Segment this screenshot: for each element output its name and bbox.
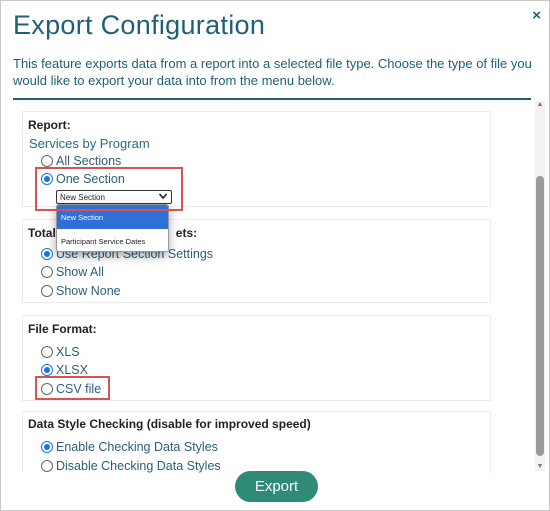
close-icon[interactable]: × [532, 7, 541, 24]
data-style-label: Data Style Checking (disable for improve… [28, 417, 311, 431]
radio-circle-selected[interactable] [41, 173, 53, 185]
radio-label: Show None [56, 284, 121, 298]
radio-show-all[interactable]: Show All [41, 264, 104, 280]
header-divider [13, 98, 531, 100]
totals-label-tail: ets: [175, 226, 198, 240]
radio-disable-checking-data-styles[interactable]: Disable Checking Data Styles [41, 458, 221, 473]
radio-csv-file[interactable]: CSV file [41, 381, 101, 397]
radio-circle[interactable] [41, 285, 53, 297]
radio-show-none[interactable]: Show None [41, 283, 121, 299]
dropdown-option-participant-service-dates[interactable]: Participant Service Dates [57, 229, 168, 251]
radio-enable-checking-data-styles[interactable]: Enable Checking Data Styles [41, 439, 218, 455]
report-program-name: Services by Program [29, 136, 150, 151]
radio-circle[interactable] [41, 155, 53, 167]
scrollbar-thumb[interactable] [536, 176, 544, 456]
dialog-title: Export Configuration [13, 10, 266, 40]
radio-one-section[interactable]: One Section [41, 171, 125, 187]
radio-all-sections[interactable]: All Sections [41, 153, 121, 169]
radio-circle-selected[interactable] [41, 441, 53, 453]
radio-circle[interactable] [41, 383, 53, 395]
scroll-up-icon[interactable]: ▲ [536, 101, 544, 109]
radio-xls[interactable]: XLS [41, 344, 80, 360]
radio-label: CSV file [56, 382, 102, 396]
section-dropdown-list[interactable]: New Section Participant Service Dates [56, 204, 169, 252]
radio-circle[interactable] [41, 460, 53, 472]
report-section: Report: Services by Program All Sections… [22, 111, 491, 207]
section-select[interactable]: New Section [56, 190, 172, 204]
scroll-down-icon[interactable]: ▼ [536, 463, 544, 471]
file-format-label: File Format: [28, 322, 97, 336]
radio-circle-selected[interactable] [41, 364, 53, 376]
radio-label: XLS [56, 345, 80, 359]
totals-label-head: Total [28, 226, 56, 240]
radio-label: Show All [56, 265, 104, 279]
radio-circle[interactable] [41, 346, 53, 358]
radio-label: One Section [56, 172, 125, 186]
radio-circle[interactable] [41, 266, 53, 278]
dialog-description: This feature exports data from a report … [13, 56, 532, 88]
export-button[interactable]: Export [235, 471, 318, 502]
radio-label: XLSX [56, 363, 88, 377]
radio-label: Enable Checking Data Styles [56, 440, 218, 454]
report-label: Report: [28, 118, 71, 132]
dropdown-option-new-section[interactable]: New Section [57, 205, 168, 229]
chevron-down-icon [158, 191, 168, 203]
scrollbar[interactable]: ▲ ▼ [535, 101, 545, 471]
section-select-value: New Section [60, 192, 105, 202]
export-configuration-dialog: Export Configuration × This feature expo… [0, 0, 550, 511]
radio-circle-selected[interactable] [41, 248, 53, 260]
file-format-section: File Format: XLS XLSX CSV file [22, 315, 491, 401]
radio-label: All Sections [56, 154, 122, 168]
radio-xlsx[interactable]: XLSX [41, 362, 88, 378]
data-style-section: Data Style Checking (disable for improve… [22, 411, 491, 473]
options-scroll-area[interactable]: Report: Services by Program All Sections… [13, 101, 531, 473]
radio-label: Disable Checking Data Styles [56, 459, 221, 473]
